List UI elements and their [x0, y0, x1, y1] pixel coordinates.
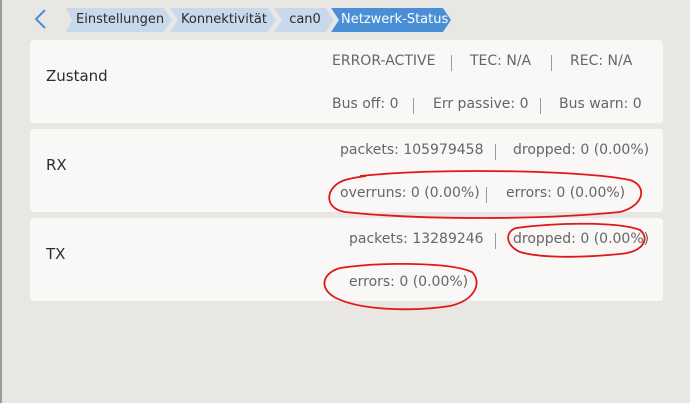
separator — [495, 233, 496, 249]
chevron-left-icon — [34, 9, 46, 29]
tx-errors-value: errors: 0 (0.00%) — [349, 274, 469, 290]
separator — [495, 144, 496, 160]
breadcrumb-label: Konnektivität — [180, 12, 267, 27]
separator — [540, 98, 541, 114]
err-passive-value: Err passive: 0 — [433, 96, 529, 112]
breadcrumb-item-einstellungen[interactable]: Einstellungen — [66, 8, 172, 32]
tx-card: TX packets: 13289246 dropped: 0 (0.00%) … — [30, 218, 663, 301]
rx-dropped-value: dropped: 0 (0.00%) — [513, 142, 650, 158]
rx-overruns-value: overruns: 0 (0.00%) — [340, 185, 480, 201]
bus-off-value: Bus off: 0 — [332, 96, 399, 112]
rx-card: RX packets: 105979458 dropped: 0 (0.00%)… — [30, 129, 663, 212]
window-edge — [0, 0, 2, 403]
breadcrumb-item-netzwerk-status[interactable]: Netzwerk-Status — [331, 8, 451, 32]
state-card: Zustand ERROR-ACTIVE TEC: N/A REC: N/A B… — [30, 40, 663, 123]
tx-dropped-value: dropped: 0 (0.00%) — [513, 231, 650, 247]
breadcrumb-item-can0[interactable]: can0 — [274, 8, 334, 32]
rx-title: RX — [46, 156, 67, 174]
breadcrumb-label: can0 — [289, 12, 321, 27]
state-status: ERROR-ACTIVE — [332, 53, 436, 69]
rx-errors-value: errors: 0 (0.00%) — [506, 185, 626, 201]
state-title: Zustand — [46, 67, 108, 85]
breadcrumb-item-konnektivitaet[interactable]: Konnektivität — [170, 8, 276, 32]
back-button[interactable] — [28, 6, 52, 32]
separator — [413, 98, 414, 114]
top-bar: Einstellungen Konnektivität can0 Netzwer… — [0, 0, 690, 38]
breadcrumb-label: Einstellungen — [76, 12, 165, 27]
tx-packets-value: packets: 13289246 — [349, 231, 484, 247]
tec-value: TEC: N/A — [470, 53, 532, 69]
tx-title: TX — [46, 245, 66, 263]
breadcrumb-label-active: Netzwerk-Status — [341, 12, 449, 27]
separator — [451, 55, 452, 71]
rec-value: REC: N/A — [570, 53, 633, 69]
bus-warn-value: Bus warn: 0 — [559, 96, 642, 112]
rx-packets-value: packets: 105979458 — [340, 142, 484, 158]
separator — [551, 55, 552, 71]
separator — [486, 187, 487, 203]
